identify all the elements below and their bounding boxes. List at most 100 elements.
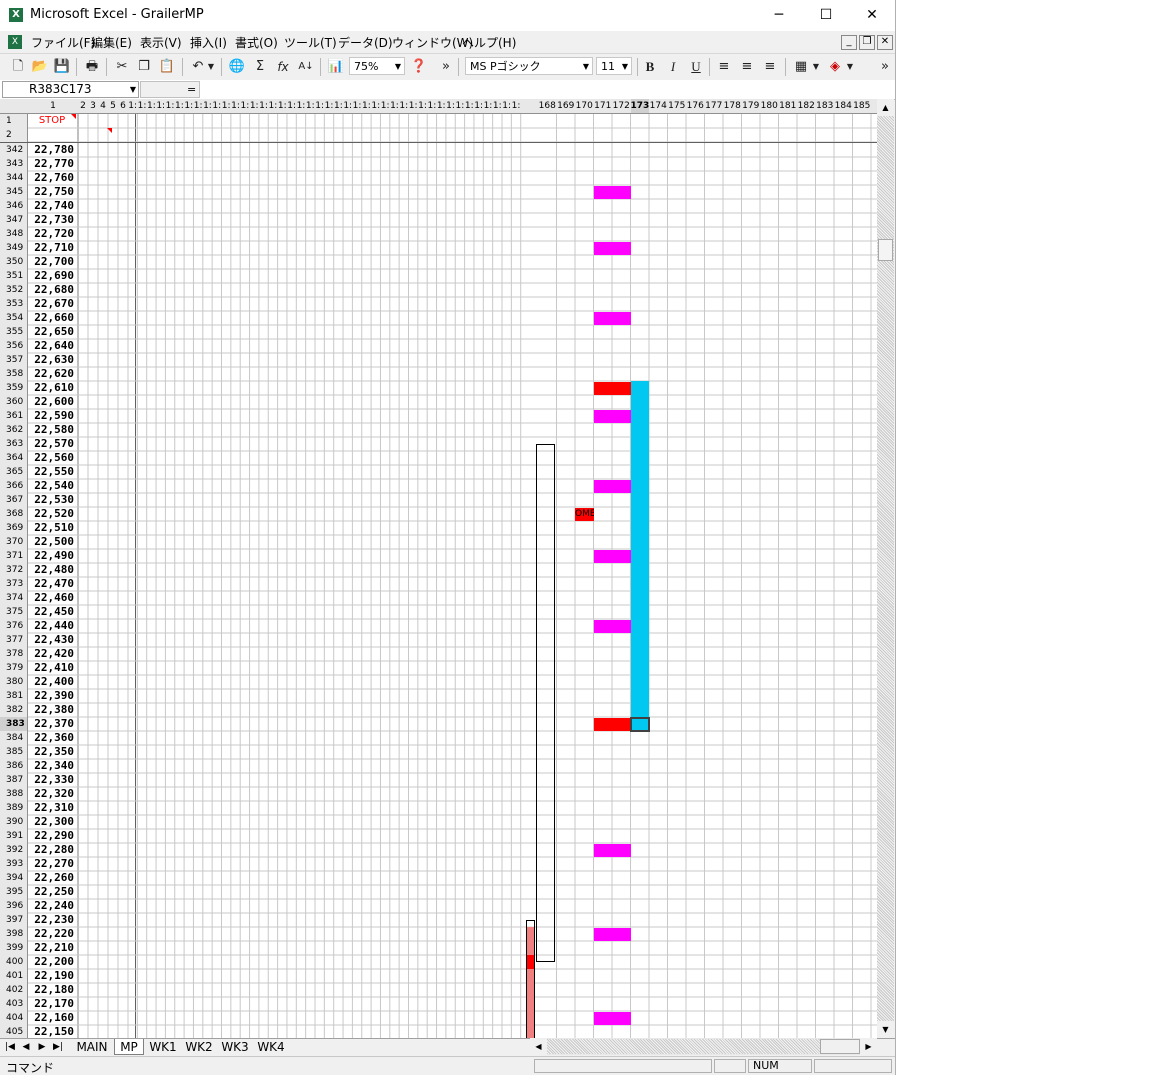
- row-header[interactable]: 370: [0, 535, 28, 549]
- column-header[interactable]: 170: [575, 99, 594, 113]
- column-header[interactable]: 1:: [483, 99, 493, 113]
- price-cell[interactable]: 22,590: [30, 409, 74, 423]
- price-cell[interactable]: 22,760: [30, 171, 74, 185]
- save-icon[interactable]: 💾: [52, 57, 72, 77]
- price-cell[interactable]: 22,450: [30, 605, 74, 619]
- column-header[interactable]: 1:: [437, 99, 446, 113]
- name-box[interactable]: R383C173 ▼: [2, 81, 139, 98]
- price-cell[interactable]: 22,640: [30, 339, 74, 353]
- column-header[interactable]: 1:: [334, 99, 343, 113]
- price-cell[interactable]: 22,280: [30, 843, 74, 857]
- row-header[interactable]: 378: [0, 647, 28, 661]
- price-cell[interactable]: 22,470: [30, 577, 74, 591]
- menu-edit[interactable]: 編集(E): [91, 34, 132, 51]
- row-header[interactable]: 384: [0, 731, 28, 745]
- bold-button[interactable]: B: [640, 57, 660, 77]
- row-header[interactable]: 368: [0, 507, 28, 521]
- column-header[interactable]: 5: [108, 99, 118, 113]
- column-header[interactable]: 6: [118, 99, 128, 113]
- menu-insert[interactable]: 挿入(I): [190, 34, 227, 51]
- price-cell[interactable]: 22,720: [30, 227, 74, 241]
- price-cell[interactable]: 22,610: [30, 381, 74, 395]
- price-cell[interactable]: 22,430: [30, 633, 74, 647]
- new-document-icon[interactable]: 🗋: [8, 57, 28, 77]
- price-cell[interactable]: 22,730: [30, 213, 74, 227]
- column-header[interactable]: 183: [816, 99, 835, 113]
- sheet-tab-wk4[interactable]: WK4: [254, 1039, 288, 1055]
- row-header[interactable]: 360: [0, 395, 28, 409]
- row-header[interactable]: 390: [0, 815, 28, 829]
- row-header[interactable]: 399: [0, 941, 28, 955]
- align-center-icon[interactable]: ≡: [737, 57, 757, 77]
- row-header[interactable]: 359: [0, 381, 28, 395]
- edit-formula-button[interactable]: =: [140, 81, 200, 98]
- row-header[interactable]: 391: [0, 829, 28, 843]
- price-cell[interactable]: 22,400: [30, 675, 74, 689]
- row-header[interactable]: 395: [0, 885, 28, 899]
- row-header[interactable]: 375: [0, 605, 28, 619]
- price-cell[interactable]: 22,650: [30, 325, 74, 339]
- stop-label[interactable]: STOP: [30, 114, 74, 128]
- column-header[interactable]: 1:: [175, 99, 184, 113]
- price-cell[interactable]: 22,660: [30, 311, 74, 325]
- scroll-right-icon[interactable]: ▶: [860, 1038, 877, 1055]
- row-header[interactable]: 348: [0, 227, 28, 241]
- row-header[interactable]: 2: [0, 128, 28, 142]
- column-header[interactable]: 1:: [502, 99, 511, 113]
- price-cell[interactable]: 22,690: [30, 269, 74, 283]
- column-header[interactable]: 1:: [390, 99, 399, 113]
- price-cell[interactable]: 22,460: [30, 591, 74, 605]
- column-header[interactable]: 4: [98, 99, 108, 113]
- price-cell[interactable]: 22,480: [30, 563, 74, 577]
- column-header[interactable]: 1:: [259, 99, 268, 113]
- column-header[interactable]: 176: [686, 99, 705, 113]
- price-cell[interactable]: 22,260: [30, 871, 74, 885]
- price-cell[interactable]: 22,670: [30, 297, 74, 311]
- align-left-icon[interactable]: ≡: [714, 57, 734, 77]
- last-sheet-icon[interactable]: ▶|: [52, 1041, 64, 1054]
- column-header[interactable]: 171: [594, 99, 613, 113]
- column-header[interactable]: 1:: [137, 99, 147, 113]
- price-cell[interactable]: 22,300: [30, 815, 74, 829]
- price-cell[interactable]: 22,410: [30, 661, 74, 675]
- row-header[interactable]: 1: [0, 114, 28, 128]
- row-header[interactable]: 392: [0, 843, 28, 857]
- column-header[interactable]: 1:: [352, 99, 362, 113]
- column-header[interactable]: 1:: [418, 99, 427, 113]
- open-folder-icon[interactable]: 📂: [30, 57, 50, 77]
- minimize-button[interactable]: ─: [756, 0, 802, 31]
- column-header[interactable]: 1: [28, 99, 78, 113]
- row-header[interactable]: 387: [0, 773, 28, 787]
- row-header[interactable]: 347: [0, 213, 28, 227]
- price-cell[interactable]: 22,420: [30, 647, 74, 661]
- row-header[interactable]: 342: [0, 143, 28, 157]
- price-cell[interactable]: 22,370: [30, 717, 74, 731]
- price-cell[interactable]: 22,440: [30, 619, 74, 633]
- price-cell[interactable]: 22,390: [30, 689, 74, 703]
- row-header[interactable]: 394: [0, 871, 28, 885]
- zoom-select[interactable]: 75% ▼: [349, 57, 405, 75]
- copy-icon[interactable]: ❐: [134, 57, 154, 77]
- underline-button[interactable]: U: [686, 57, 706, 77]
- price-cell[interactable]: 22,380: [30, 703, 74, 717]
- column-header[interactable]: 174: [649, 99, 668, 113]
- price-cell[interactable]: 22,540: [30, 479, 74, 493]
- column-header[interactable]: 178: [723, 99, 742, 113]
- row-header[interactable]: 352: [0, 283, 28, 297]
- row-header[interactable]: 404: [0, 1011, 28, 1025]
- column-header[interactable]: 175: [668, 99, 687, 113]
- column-header[interactable]: 184: [834, 99, 853, 113]
- column-header[interactable]: 1:: [296, 99, 306, 113]
- column-header[interactable]: 1:: [231, 99, 240, 113]
- price-cell[interactable]: 22,330: [30, 773, 74, 787]
- price-cell[interactable]: 22,160: [30, 1011, 74, 1025]
- column-header[interactable]: 1:: [240, 99, 249, 113]
- row-header[interactable]: 361: [0, 409, 28, 423]
- help-icon[interactable]: ❓: [409, 57, 429, 77]
- column-header[interactable]: 1:: [203, 99, 212, 113]
- row-header[interactable]: 369: [0, 521, 28, 535]
- column-header[interactable]: 1:: [324, 99, 334, 113]
- price-cell[interactable]: 22,500: [30, 535, 74, 549]
- column-header[interactable]: 1:: [380, 99, 390, 113]
- menu-format[interactable]: 書式(O): [235, 34, 278, 51]
